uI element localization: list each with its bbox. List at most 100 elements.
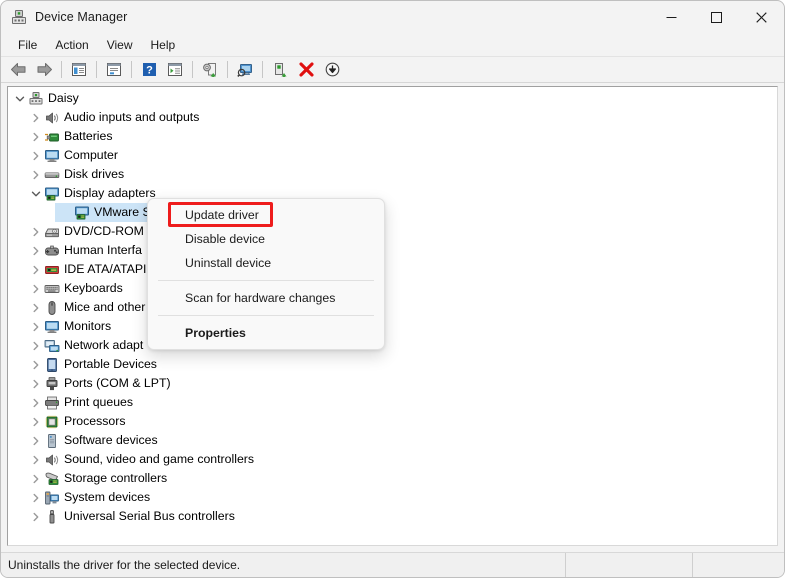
tree-node[interactable]: Batteries bbox=[8, 127, 777, 146]
tree-node[interactable]: Storage controllers bbox=[8, 469, 777, 488]
tree-node[interactable]: Keyboards bbox=[8, 279, 777, 298]
chevron-right-icon[interactable] bbox=[28, 241, 44, 260]
status-message: Uninstalls the driver for the selected d… bbox=[1, 552, 566, 577]
context-menu-item-scan-for-hardware-changes[interactable]: Scan for hardware changes bbox=[148, 286, 384, 310]
device-tree-panel[interactable]: Daisy Audio inputs and outputs Batteries Co… bbox=[7, 86, 778, 546]
context-menu-list: Update driver Disable device Uninstall dev… bbox=[148, 203, 384, 345]
menu-help[interactable]: Help bbox=[142, 35, 185, 55]
chevron-right-icon[interactable] bbox=[28, 222, 44, 241]
device-manager-icon bbox=[11, 9, 27, 25]
gamepad-icon bbox=[44, 243, 60, 259]
tree-node[interactable]: IDE ATA/ATAPI bbox=[8, 260, 777, 279]
uninstall-device-icon[interactable] bbox=[294, 59, 318, 81]
chevron-right-icon[interactable] bbox=[28, 260, 44, 279]
context-menu-item-properties[interactable]: Properties bbox=[148, 321, 384, 345]
chevron-right-icon[interactable] bbox=[28, 507, 44, 526]
tree-node[interactable]: Portable Devices bbox=[8, 355, 777, 374]
keyboard-icon bbox=[44, 281, 60, 297]
context-menu-item-disable-device[interactable]: Disable device bbox=[148, 227, 384, 251]
window-title: Device Manager bbox=[35, 10, 128, 24]
help-icon[interactable]: ? bbox=[137, 59, 161, 81]
properties-icon[interactable] bbox=[102, 59, 126, 81]
title-bar: Device Manager bbox=[1, 1, 784, 33]
menu-action[interactable]: Action bbox=[46, 35, 97, 55]
chevron-right-icon[interactable] bbox=[28, 393, 44, 412]
toolbar-separator bbox=[262, 61, 263, 78]
scan-for-hardware-changes-icon[interactable] bbox=[233, 59, 257, 81]
chevron-right-icon[interactable] bbox=[28, 146, 44, 165]
tree-node[interactable]: Processors bbox=[8, 412, 777, 431]
context-menu[interactable]: Update driver Disable device Uninstall dev… bbox=[147, 198, 385, 350]
tree-node[interactable]: Mice and other bbox=[8, 298, 777, 317]
show-hide-action-pane-icon[interactable] bbox=[163, 59, 187, 81]
chevron-right-icon[interactable] bbox=[28, 488, 44, 507]
context-menu-separator bbox=[158, 315, 374, 316]
tree-node[interactable]: Print queues bbox=[8, 393, 777, 412]
tree-node-label: Disk drives bbox=[64, 167, 125, 181]
port-icon bbox=[44, 376, 60, 392]
tree-node-label: DVD/CD-ROM bbox=[64, 224, 144, 238]
chevron-right-icon[interactable] bbox=[28, 431, 44, 450]
show-hide-console-tree-icon[interactable] bbox=[67, 59, 91, 81]
disable-device-icon[interactable] bbox=[320, 59, 344, 81]
tree-node[interactable]: Display adapters bbox=[8, 184, 777, 203]
tree-node[interactable]: Monitors bbox=[8, 317, 777, 336]
window-controls bbox=[649, 1, 784, 33]
back-icon[interactable] bbox=[6, 59, 30, 81]
tree-node-label: Human Interfa bbox=[64, 243, 142, 257]
chevron-right-icon[interactable] bbox=[28, 336, 44, 355]
chevron-right-icon[interactable] bbox=[28, 298, 44, 317]
context-menu-item-update-driver[interactable]: Update driver bbox=[148, 203, 384, 227]
chevron-right-icon[interactable] bbox=[28, 108, 44, 127]
printer-icon bbox=[44, 395, 60, 411]
chevron-right-icon[interactable] bbox=[28, 469, 44, 488]
status-pane-2 bbox=[566, 552, 693, 577]
enable-device-icon[interactable] bbox=[268, 59, 292, 81]
chevron-right-icon[interactable] bbox=[28, 127, 44, 146]
storage-controller-icon bbox=[44, 471, 60, 487]
monitor-icon bbox=[44, 319, 60, 335]
tree-node[interactable]: DVD/CD-ROM bbox=[8, 222, 777, 241]
dvd-drive-icon bbox=[44, 224, 60, 240]
tree-node[interactable]: Software devices bbox=[8, 431, 777, 450]
svg-text:?: ? bbox=[146, 64, 153, 76]
network-adapter-icon bbox=[44, 338, 60, 354]
tree-node[interactable]: Disk drives bbox=[8, 165, 777, 184]
chevron-right-icon[interactable] bbox=[28, 165, 44, 184]
chevron-right-icon[interactable] bbox=[28, 355, 44, 374]
device-tree: Daisy Audio inputs and outputs Batteries Co… bbox=[8, 87, 777, 526]
device-manager-window: Device Manager File Action View Help ? D… bbox=[0, 0, 785, 578]
tree-node[interactable]: Sound, video and game controllers bbox=[8, 450, 777, 469]
status-pane-3 bbox=[693, 553, 784, 578]
update-driver-icon[interactable] bbox=[198, 59, 222, 81]
tree-node-label: Portable Devices bbox=[64, 357, 157, 371]
tree-node[interactable]: Network adapt bbox=[8, 336, 777, 355]
tree-node[interactable]: Computer bbox=[8, 146, 777, 165]
tree-node[interactable]: Universal Serial Bus controllers bbox=[8, 507, 777, 526]
menu-file[interactable]: File bbox=[9, 35, 46, 55]
chevron-right-icon[interactable] bbox=[28, 374, 44, 393]
tree-node[interactable]: System devices bbox=[8, 488, 777, 507]
software-device-icon bbox=[44, 433, 60, 449]
forward-icon[interactable] bbox=[32, 59, 56, 81]
tree-node[interactable]: Daisy bbox=[8, 89, 777, 108]
maximize-button[interactable] bbox=[694, 1, 739, 33]
close-button[interactable] bbox=[739, 1, 784, 33]
chevron-right-icon[interactable] bbox=[28, 317, 44, 336]
chevron-right-icon[interactable] bbox=[28, 450, 44, 469]
disk-drive-icon bbox=[44, 167, 60, 183]
menu-view[interactable]: View bbox=[98, 35, 142, 55]
tree-node-selected[interactable]: VMware SV bbox=[8, 203, 777, 222]
tree-node[interactable]: Ports (COM & LPT) bbox=[8, 374, 777, 393]
display-adapter-icon bbox=[44, 186, 60, 202]
tree-node[interactable]: Human Interfa bbox=[8, 241, 777, 260]
context-menu-item-uninstall-device[interactable]: Uninstall device bbox=[148, 251, 384, 275]
chevron-down-icon[interactable] bbox=[12, 89, 28, 108]
minimize-button[interactable] bbox=[649, 1, 694, 33]
tree-node[interactable]: Audio inputs and outputs bbox=[8, 108, 777, 127]
ide-controller-icon bbox=[44, 262, 60, 278]
chevron-right-icon[interactable] bbox=[28, 279, 44, 298]
chevron-right-icon[interactable] bbox=[28, 412, 44, 431]
chevron-down-icon[interactable] bbox=[28, 184, 44, 203]
tree-node-label: Mice and other bbox=[64, 300, 146, 314]
